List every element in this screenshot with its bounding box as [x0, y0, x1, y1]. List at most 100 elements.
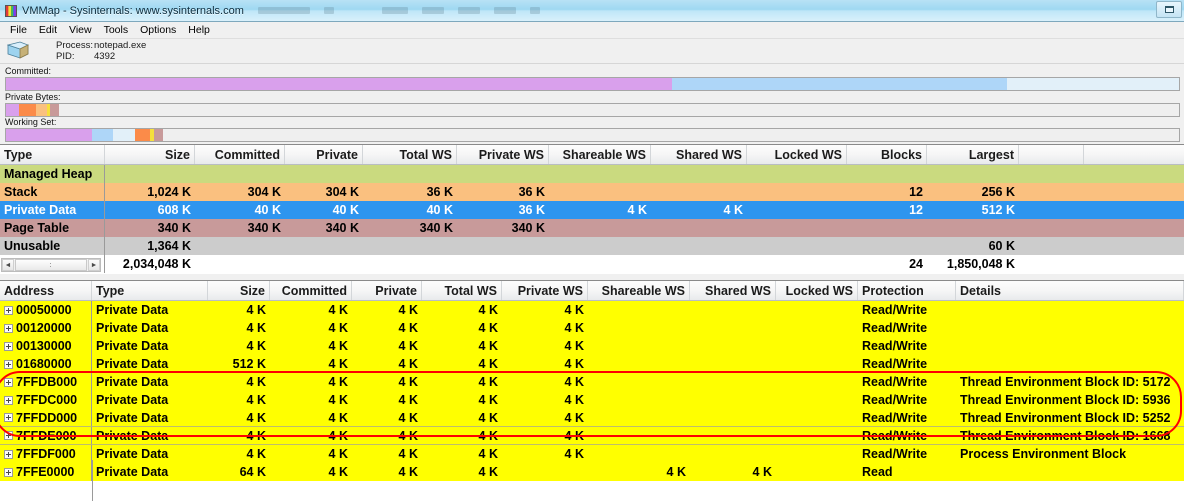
scrollbar-thumb[interactable]: ∶ — [15, 259, 87, 271]
detail-row-7FFDE000[interactable]: 7FFDE000 Private Data 4 K 4 K 4 K 4 K 4 K Read/… — [0, 427, 1184, 445]
row-stack[interactable]: Stack 1,024 K 304 K 304 K 36 K 36 K 12 256 K — [0, 183, 1184, 201]
working-set-graph-bar — [5, 128, 1180, 142]
summary-body[interactable]: Managed Heap Stack 1,024 K 304 K 304 K 36 K 36… — [0, 165, 1184, 273]
column-header-total-ws[interactable]: Total WS — [422, 281, 502, 300]
column-header-protection[interactable]: Protection — [858, 281, 956, 300]
column-header-shareable-ws[interactable]: Shareable WS — [549, 145, 651, 164]
expand-plus-icon[interactable] — [4, 431, 13, 440]
row-total[interactable]: 2,034,048 K 24 1,850,048 K — [0, 255, 1184, 273]
row-managed-heap[interactable]: Managed Heap — [0, 165, 1184, 183]
menu-view[interactable]: View — [63, 23, 98, 37]
cell-shared-ws — [651, 165, 747, 183]
cell-total-ws: 4 K — [478, 375, 498, 389]
summary-horizontal-scrollbar[interactable]: ◄ ∶ ► — [1, 258, 101, 272]
column-header-size[interactable]: Size — [105, 145, 195, 164]
column-header-locked-ws[interactable]: Locked WS — [747, 145, 847, 164]
expand-plus-icon[interactable] — [4, 467, 13, 477]
detail-row-01680000[interactable]: 01680000 Private Data 512 K 4 K 4 K 4 K 4 K Rea… — [0, 355, 1184, 373]
detail-row-7FFE0000[interactable]: 7FFE0000 Private Data 64 K 4 K 4 K 4 K 4 K 4 K R… — [0, 463, 1184, 481]
cell-size: 64 K — [239, 465, 266, 479]
menu-file[interactable]: File — [4, 23, 33, 37]
column-header-details[interactable]: Details — [956, 281, 1184, 300]
cell-private-ws — [457, 165, 549, 183]
expand-plus-icon[interactable] — [4, 341, 13, 351]
column-header-shared-ws[interactable]: Shared WS — [651, 145, 747, 164]
detail-row-7FFDF000[interactable]: 7FFDF000 Private Data 4 K 4 K 4 K 4 K 4 K Read/… — [0, 445, 1184, 463]
cell-shareable-ws — [588, 355, 690, 373]
expand-plus-icon[interactable] — [4, 377, 13, 387]
cell-locked-ws — [747, 165, 847, 183]
column-header-size[interactable]: Size — [208, 281, 270, 300]
detail-body[interactable]: 00050000 Private Data 4 K 4 K 4 K 4 K 4 K Read/… — [0, 301, 1184, 481]
expand-plus-icon[interactable] — [4, 395, 13, 405]
column-header-committed[interactable]: Committed — [195, 145, 285, 164]
scroll-right-arrow-icon[interactable]: ► — [88, 259, 100, 271]
detail-row-00050000[interactable]: 00050000 Private Data 4 K 4 K 4 K 4 K 4 K Read/… — [0, 301, 1184, 319]
column-header-largest[interactable]: Largest — [927, 145, 1019, 164]
window-controls[interactable] — [1156, 1, 1182, 18]
column-header-private[interactable]: Private — [285, 145, 363, 164]
column-header-total-ws[interactable]: Total WS — [363, 145, 457, 164]
menu-bar[interactable]: File Edit View Tools Options Help — [0, 22, 1184, 39]
expand-plus-icon[interactable] — [4, 323, 13, 333]
detail-first-column-divider — [92, 460, 93, 501]
cell-size: 4 K — [246, 410, 266, 425]
column-header-blank[interactable] — [1019, 145, 1084, 164]
cell-shareable-ws: 4 K — [666, 465, 686, 479]
expand-plus-icon[interactable] — [4, 413, 13, 422]
menu-edit[interactable]: Edit — [33, 23, 63, 37]
column-header-type[interactable]: Type — [0, 145, 105, 164]
summary-header-row[interactable]: Type Size Committed Private Total WS Private … — [0, 145, 1184, 165]
cell-shared-ws: 4 K — [723, 203, 743, 217]
detail-row-7FFDD000[interactable]: 7FFDD000 Private Data 4 K 4 K 4 K 4 K 4 K Read/… — [0, 409, 1184, 427]
cell-committed: 4 K — [328, 357, 348, 371]
cell-private: 4 K — [398, 321, 418, 335]
column-header-locked-ws[interactable]: Locked WS — [776, 281, 858, 300]
cell-locked-ws — [747, 219, 847, 237]
cell-locked-ws — [776, 427, 858, 444]
cell-shareable-ws — [588, 337, 690, 355]
column-header-private-ws[interactable]: Private WS — [502, 281, 588, 300]
detail-row-7FFDC000[interactable]: 7FFDC000 Private Data 4 K 4 K 4 K 4 K 4 K Read/… — [0, 391, 1184, 409]
graph-segment-image — [6, 78, 673, 90]
row-private-data[interactable]: Private Data 608 K 40 K 40 K 40 K 36 K 4 K 4 K 1… — [0, 201, 1184, 219]
cell-shared-ws — [690, 319, 776, 337]
memory-region-detail-grid[interactable]: Address Type Size Committed Private Total WS P… — [0, 280, 1184, 501]
detail-header-row[interactable]: Address Type Size Committed Private Total WS P… — [0, 281, 1184, 301]
menu-help[interactable]: Help — [182, 23, 216, 37]
cell-private: 4 K — [398, 465, 418, 479]
restore-window-button[interactable] — [1156, 1, 1182, 18]
expand-plus-icon[interactable] — [4, 449, 13, 459]
cell-details — [956, 355, 1184, 373]
memory-type-summary-grid[interactable]: Type Size Committed Private Total WS Private … — [0, 144, 1184, 274]
cell-size: 4 K — [246, 393, 266, 407]
cell-address: 00050000 — [16, 303, 72, 317]
committed-graph-label: Committed: — [5, 66, 52, 76]
cell-protection: Read/Write — [862, 447, 928, 461]
cell-address: 7FFDC000 — [16, 393, 78, 407]
column-header-type[interactable]: Type — [92, 281, 208, 300]
cell-protection: Read/Write — [862, 321, 928, 335]
detail-row-00130000[interactable]: 00130000 Private Data 4 K 4 K 4 K 4 K 4 K Read/… — [0, 337, 1184, 355]
menu-options[interactable]: Options — [134, 23, 182, 37]
detail-row-7FFDB000[interactable]: 7FFDB000 Private Data 4 K 4 K 4 K 4 K 4 K Read/… — [0, 373, 1184, 391]
committed-graph-bar — [5, 77, 1180, 91]
menu-tools[interactable]: Tools — [98, 23, 135, 37]
column-header-shareable-ws[interactable]: Shareable WS — [588, 281, 690, 300]
column-header-committed[interactable]: Committed — [270, 281, 352, 300]
scroll-left-arrow-icon[interactable]: ◄ — [2, 259, 14, 271]
column-header-shared-ws[interactable]: Shared WS — [690, 281, 776, 300]
detail-row-00120000[interactable]: 00120000 Private Data 4 K 4 K 4 K 4 K 4 K Read/… — [0, 319, 1184, 337]
cell-private-ws: 340 K — [511, 221, 545, 235]
expand-plus-icon[interactable] — [4, 359, 13, 369]
expand-plus-icon[interactable] — [4, 305, 13, 315]
cell-shared-ws — [690, 391, 776, 409]
column-header-private-ws[interactable]: Private WS — [457, 145, 549, 164]
column-header-address[interactable]: Address — [0, 281, 92, 300]
column-header-blocks[interactable]: Blocks — [847, 145, 927, 164]
row-page-table[interactable]: Page Table 340 K 340 K 340 K 340 K 340 K — [0, 219, 1184, 237]
row-unusable[interactable]: Unusable 1,364 K 60 K — [0, 237, 1184, 255]
working-set-graph: Working Set: — [0, 117, 1184, 142]
column-header-private[interactable]: Private — [352, 281, 422, 300]
cell-private: 340 K — [325, 221, 359, 235]
